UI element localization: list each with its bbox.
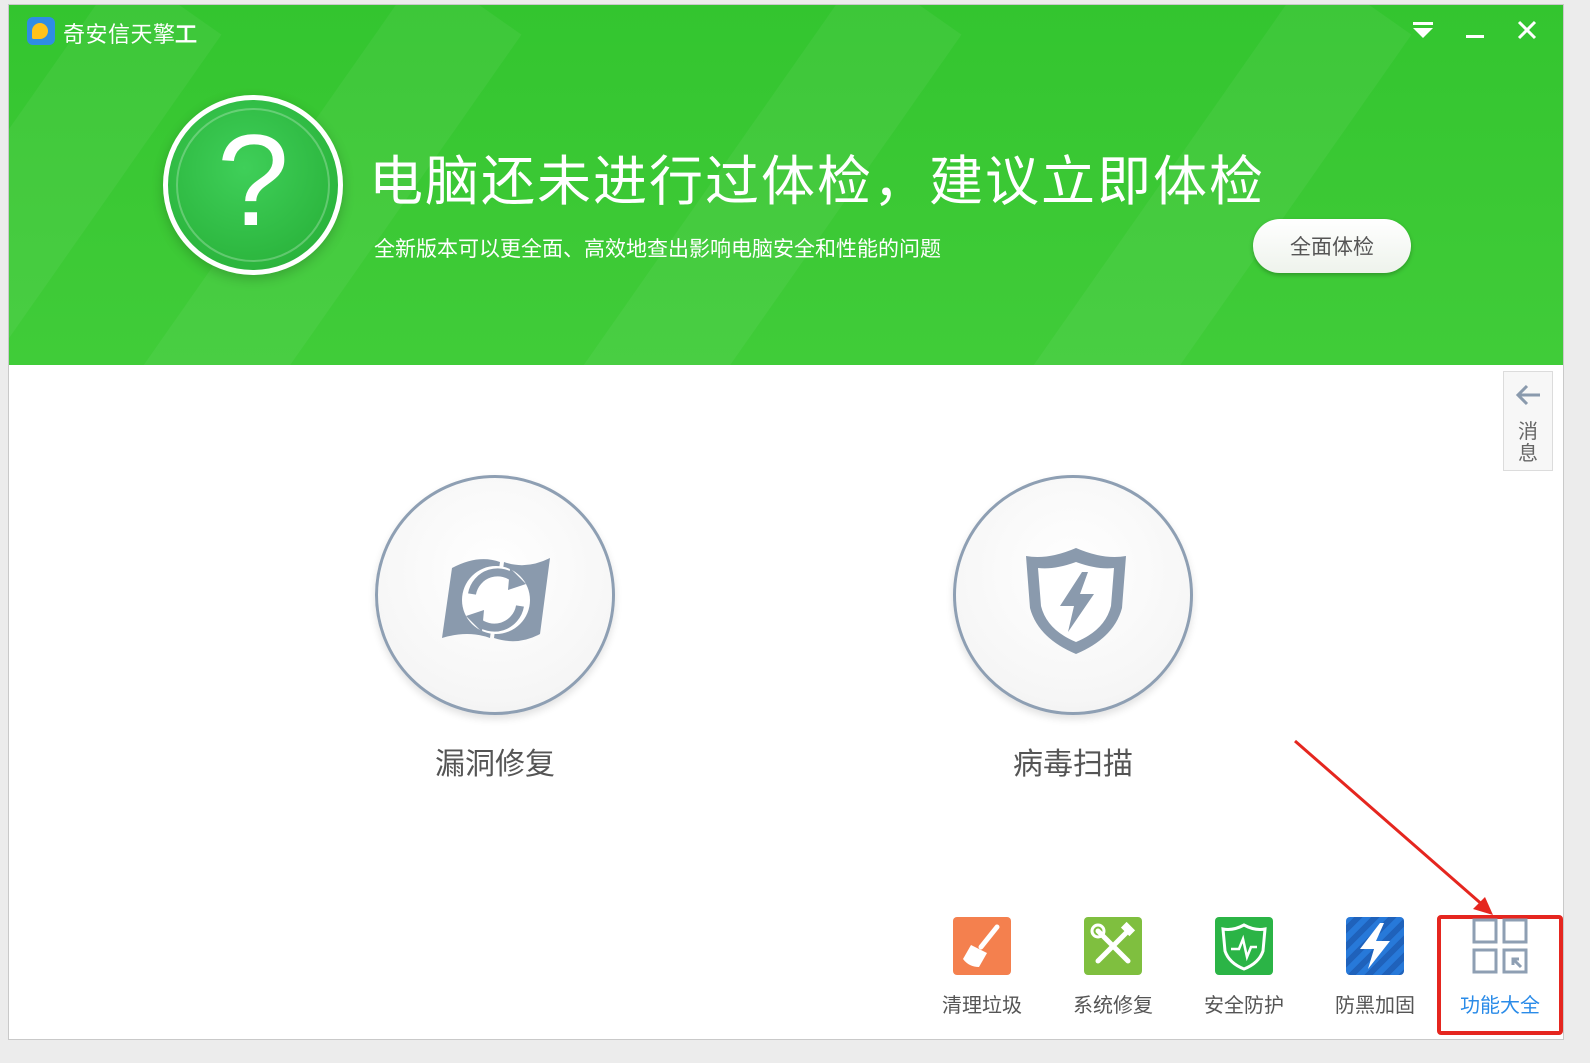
clean-junk-tool[interactable]: 清理垃圾 [927,917,1037,1018]
broom-icon [953,917,1011,975]
hero-subtitle: 全新版本可以更全面、高效地查出影响电脑安全和性能的问题 [374,237,941,261]
message-tab[interactable]: 消 息 [1503,371,1553,471]
vulnerability-repair-tool[interactable]: 漏洞修复 [375,475,615,783]
hero-title: 电脑还未进行过体检，建议立即体检 [369,150,1265,213]
annotation-arrow-icon [1294,739,1493,915]
close-icon [1517,20,1537,40]
all-features-label: 功能大全 [1460,993,1540,1017]
message-label-1: 消 [1518,419,1538,443]
shield-icon [1215,917,1273,975]
menu-dropdown-button[interactable] [1403,13,1443,47]
full-scan-button[interactable]: 全面体检 [1253,219,1411,273]
title-bar: 奇安信天擎 工 [9,5,1563,51]
security-protection-tool[interactable]: 安全防护 [1189,917,1299,1018]
all-features-tool[interactable]: 功能大全 [1445,917,1555,1018]
app-window: 奇安信天擎 工 ? 电脑还未进行过体检，建议立即体检 全新版本可以更全面、高效地… [8,4,1564,1040]
security-protection-label: 安全防护 [1204,993,1284,1017]
minimize-icon [1466,35,1484,38]
header-banner: 奇安信天擎 工 ? 电脑还未进行过体检，建议立即体检 全新版本可以更全面、高效地… [9,5,1563,365]
virus-scan-label: 病毒扫描 [1013,747,1133,782]
grid-icon [1471,917,1529,975]
system-repair-label: 系统修复 [1073,993,1153,1017]
vulnerability-repair-label: 漏洞修复 [435,747,555,782]
windows-repair-icon [442,558,550,642]
app-title: 奇安信天擎 [63,23,176,48]
arrow-left-icon [1515,384,1540,406]
clean-junk-label: 清理垃圾 [942,993,1022,1017]
app-title-mark: 工 [175,23,198,48]
status-question-icon: ? [163,95,343,275]
lightning-shield-icon [1346,917,1404,975]
system-repair-tool[interactable]: 系统修复 [1058,917,1168,1018]
anti-hack-hardening-label: 防黑加固 [1335,993,1415,1017]
minimize-button[interactable] [1455,13,1495,47]
tools-icon [1084,917,1142,975]
shield-lightning-icon [1026,548,1126,654]
close-button[interactable] [1507,13,1547,47]
anti-hack-hardening-tool[interactable]: 防黑加固 [1320,917,1430,1018]
message-label-2: 息 [1518,441,1538,465]
app-logo-icon [27,17,55,45]
virus-scan-tool[interactable]: 病毒扫描 [953,475,1193,783]
menu-dropdown-icon [1413,22,1433,38]
